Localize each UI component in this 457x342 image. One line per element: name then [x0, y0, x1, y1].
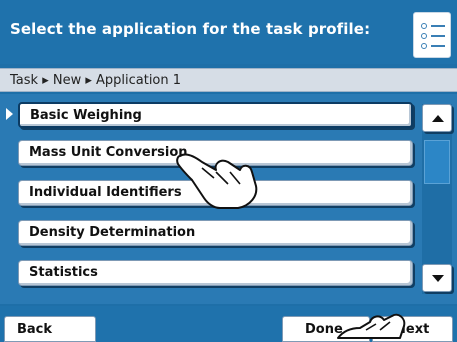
list-icon-row	[421, 33, 445, 39]
list-item-label: Statistics	[29, 265, 98, 280]
list-item-density-determination[interactable]: Density Determination	[18, 220, 413, 246]
terminal-screen: Select the application for the task prof…	[0, 0, 457, 342]
application-list: Basic Weighing Mass Unit Conversion Indi…	[0, 94, 457, 304]
list-item-mass-unit-conversion[interactable]: Mass Unit Conversion	[18, 140, 413, 166]
done-button[interactable]: Done	[282, 316, 370, 342]
list-item-label: Density Determination	[29, 225, 196, 240]
scrollbar-thumb[interactable]	[424, 140, 450, 184]
scroll-up-button[interactable]	[422, 104, 452, 132]
selected-indicator-icon	[6, 108, 13, 120]
back-button-label: Back	[17, 322, 53, 337]
list-icon	[421, 23, 445, 29]
arrow-up-icon	[432, 115, 444, 122]
list-item-label: Mass Unit Conversion	[29, 145, 188, 160]
list-item-statistics[interactable]: Statistics	[18, 260, 413, 286]
list-icon-row	[421, 43, 445, 49]
breadcrumb: Task ▸ New ▸ Application 1	[10, 73, 182, 88]
scroll-down-button[interactable]	[422, 264, 452, 292]
arrow-down-icon	[432, 275, 444, 282]
page-title: Select the application for the task prof…	[10, 20, 371, 38]
breadcrumb-bar: Task ▸ New ▸ Application 1	[0, 68, 457, 92]
next-button[interactable]: Next	[372, 316, 453, 342]
done-button-label: Done	[305, 322, 343, 337]
list-item-label: Basic Weighing	[30, 108, 142, 123]
next-button-label: Next	[395, 322, 430, 337]
back-button[interactable]: Back	[4, 316, 96, 342]
list-item-individual-identifiers[interactable]: Individual Identifiers	[18, 180, 413, 206]
list-item-label: Individual Identifiers	[29, 185, 182, 200]
list-item-basic-weighing[interactable]: Basic Weighing	[18, 102, 413, 128]
header-bar: Select the application for the task prof…	[0, 0, 457, 64]
list-menu-button[interactable]	[413, 12, 451, 58]
